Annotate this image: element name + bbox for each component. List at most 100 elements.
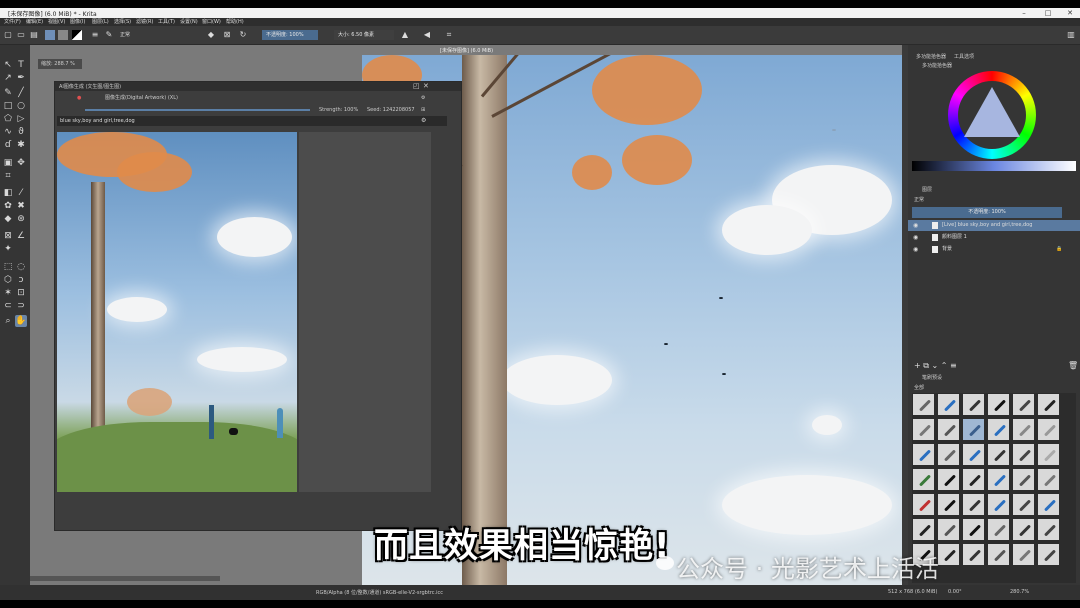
brush-tool-icon[interactable]: ✎ xyxy=(2,87,14,99)
brush-preset[interactable] xyxy=(1037,518,1060,541)
gradient-tool-icon[interactable]: ◧ xyxy=(2,187,14,199)
generate-icon[interactable]: ⚙ xyxy=(421,117,426,124)
magic-wand-icon[interactable]: ✶ xyxy=(2,287,14,299)
menu-window[interactable]: 窗口(W) xyxy=(202,18,221,26)
crop-tool-icon[interactable]: ⌗ xyxy=(2,170,14,182)
move-down-icon[interactable]: ⌄ xyxy=(932,361,939,370)
colorize-mask-icon[interactable]: ✿ xyxy=(2,200,14,212)
brush-preset[interactable] xyxy=(912,393,935,416)
brush-preset[interactable] xyxy=(962,418,985,441)
brush-preset[interactable] xyxy=(1012,418,1035,441)
brush-preset[interactable] xyxy=(912,468,935,491)
color-picker-icon[interactable]: ⁄ xyxy=(15,187,27,199)
measure-tool-icon[interactable]: ∠ xyxy=(15,230,27,242)
zoom-tool-icon[interactable]: ⌕ xyxy=(2,315,14,327)
brush-preset[interactable] xyxy=(987,393,1010,416)
brush-preset[interactable] xyxy=(962,468,985,491)
color-triangle[interactable] xyxy=(964,87,1020,137)
menu-layer[interactable]: 图层(L) xyxy=(92,18,109,26)
brush-preset[interactable] xyxy=(1012,543,1035,566)
text-tool-icon[interactable]: T xyxy=(15,59,27,71)
minimize-button[interactable]: – xyxy=(1014,8,1034,18)
size-field[interactable]: 大小: 6.50 像素 xyxy=(334,30,394,40)
brush-preset[interactable] xyxy=(1037,393,1060,416)
brush-preset[interactable] xyxy=(1037,543,1060,566)
brush-preset[interactable] xyxy=(987,493,1010,516)
select-shapes-icon[interactable]: ↖ xyxy=(2,59,14,71)
calligraphy-icon[interactable]: ✒ xyxy=(15,72,27,84)
brush-preset[interactable] xyxy=(1037,468,1060,491)
crop-icon[interactable]: ⌗ xyxy=(444,30,454,40)
brush-preset[interactable] xyxy=(912,493,935,516)
menu-help[interactable]: 帮助(H) xyxy=(226,18,244,26)
reference-tool-icon[interactable]: ✦ xyxy=(2,243,14,255)
menu-settings[interactable]: 设置(N) xyxy=(180,18,198,26)
workspace-icon[interactable]: ▥ xyxy=(1066,30,1076,40)
float-icon[interactable]: ◰ xyxy=(413,82,420,90)
workspace-select[interactable]: 图像生成(Digital Artwork) (XL) xyxy=(105,94,178,102)
brush-preset[interactable] xyxy=(937,468,960,491)
magnetic-select-icon[interactable]: ⊃ xyxy=(15,300,27,312)
preserve-alpha-icon[interactable]: ⊠ xyxy=(222,30,232,40)
save-icon[interactable]: ▤ xyxy=(29,30,39,40)
brush-preset[interactable] xyxy=(937,518,960,541)
brush-preset[interactable] xyxy=(987,418,1010,441)
fill-tool-icon[interactable]: ◆ xyxy=(2,213,14,225)
blend-mode-select[interactable]: 正常 xyxy=(120,30,200,40)
layer-opacity-field[interactable]: 不透明度: 100% xyxy=(912,207,1062,218)
ellipse-tool-icon[interactable]: ○ xyxy=(15,100,27,112)
brush-preset[interactable] xyxy=(962,393,985,416)
menu-file[interactable]: 文件(F) xyxy=(4,18,21,26)
gradient-swatch[interactable] xyxy=(45,30,55,40)
brush-preset[interactable] xyxy=(1012,443,1035,466)
brush-preset[interactable] xyxy=(937,543,960,566)
bezier-tool-icon[interactable]: ∿ xyxy=(2,126,14,138)
layer-row[interactable]: ◉ 颜料图层 1 xyxy=(908,232,1080,243)
freehand-path-icon[interactable]: ϑ xyxy=(15,126,27,138)
brush-preset[interactable] xyxy=(962,518,985,541)
tab-tool-options[interactable]: 工具选项 xyxy=(954,53,974,60)
layer-row[interactable]: ◉ 背景 🔒 xyxy=(908,244,1080,255)
freehand-select-icon[interactable]: ↄ xyxy=(15,274,27,286)
polygon-select-icon[interactable]: ⬡ xyxy=(2,274,14,286)
brush-preset[interactable] xyxy=(1012,393,1035,416)
color-strip[interactable] xyxy=(912,161,1076,171)
dynamic-brush-icon[interactable]: ɗ xyxy=(2,139,14,151)
edit-shapes-icon[interactable]: ↗ xyxy=(2,72,14,84)
eye-icon[interactable]: ◉ xyxy=(913,232,918,243)
transform-tool-icon[interactable]: ▣ xyxy=(2,157,14,169)
assistant-tool-icon[interactable]: ⊠ xyxy=(2,230,14,242)
strength-slider[interactable] xyxy=(85,109,310,111)
prompt-input[interactable]: blue sky,boy and girl,tree,dog xyxy=(57,116,447,126)
maximize-button[interactable]: □ xyxy=(1038,8,1058,18)
brush-preset[interactable] xyxy=(1037,493,1060,516)
brush-preset-icon[interactable]: ✎ xyxy=(104,30,114,40)
random-seed-icon[interactable]: ⊞ xyxy=(421,106,425,114)
smart-patch-icon[interactable]: ✖ xyxy=(15,200,27,212)
rect-select-icon[interactable]: ⬚ xyxy=(2,261,14,273)
brush-preset[interactable] xyxy=(1037,443,1060,466)
brush-preset[interactable] xyxy=(987,518,1010,541)
brush-preset[interactable] xyxy=(987,543,1010,566)
brush-preset[interactable] xyxy=(962,493,985,516)
open-document-icon[interactable]: ▭ xyxy=(16,30,26,40)
eye-icon[interactable]: ◉ xyxy=(913,220,918,231)
brush-preset[interactable] xyxy=(912,518,935,541)
brush-preset[interactable] xyxy=(1012,518,1035,541)
brush-tag-select[interactable]: 全部 xyxy=(914,384,924,391)
polyline-tool-icon[interactable]: ▷ xyxy=(15,113,27,125)
menu-tools[interactable]: 工具(T) xyxy=(158,18,175,26)
menu-filter[interactable]: 滤镜(R) xyxy=(136,18,153,26)
brush-preset[interactable] xyxy=(937,493,960,516)
reload-preset-icon[interactable]: ↻ xyxy=(238,30,248,40)
dialog-close-icon[interactable]: ✕ xyxy=(423,82,429,90)
layers-blend-mode[interactable]: 正常 xyxy=(914,196,924,203)
multibrush-icon[interactable]: ✱ xyxy=(15,139,27,151)
ellipse-select-icon[interactable]: ◌ xyxy=(15,261,27,273)
color-wheel[interactable] xyxy=(948,71,1036,159)
close-button[interactable]: ✕ xyxy=(1060,8,1080,18)
eye-icon[interactable]: ◉ xyxy=(913,244,918,255)
delete-layer-icon[interactable]: 🗑 xyxy=(1068,361,1078,370)
bezier-select-icon[interactable]: ⊂ xyxy=(2,300,14,312)
zoom-value[interactable]: 280.7% xyxy=(1010,589,1029,595)
